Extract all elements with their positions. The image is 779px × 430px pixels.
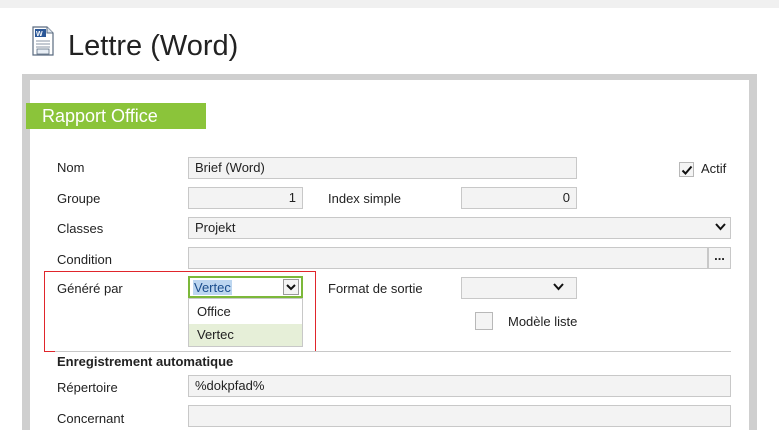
genere-dropdown-list: Office Vertec [188,298,303,347]
genere-dropdown[interactable]: Vertec [188,276,303,298]
section-header: Rapport Office [26,103,206,129]
condition-label: Condition [57,252,112,267]
checkmark-icon [681,165,693,175]
actif-label: Actif [701,161,727,176]
concernant-field[interactable] [188,405,731,427]
classes-label: Classes [57,221,104,236]
nom-value: Brief (Word) [195,160,265,175]
groupe-field[interactable]: 1 [188,187,303,209]
ellipsis-icon: ... [714,248,725,263]
index-field[interactable]: 0 [461,187,577,209]
condition-field[interactable] [188,247,708,269]
genere-selected-value: Vertec [193,280,232,295]
chevron-down-icon [715,223,726,231]
svg-text:W: W [36,31,43,38]
page-title: Lettre (Word) [68,30,239,62]
modele-liste-label: Modèle liste [508,314,578,329]
classes-value: Projekt [195,220,236,235]
classes-select[interactable]: Projekt [188,217,731,239]
repertoire-value: %dokpfad% [195,378,265,393]
section-title: Rapport Office [42,106,158,126]
format-select[interactable] [461,277,577,299]
auto-save-heading: Enregistrement automatique [57,354,234,369]
index-value: 0 [562,190,570,205]
groupe-label: Groupe [57,191,101,206]
concernant-label: Concernant [57,411,125,426]
word-document-icon: W [32,26,54,56]
dropdown-option-office[interactable]: Office [189,301,302,323]
chevron-down-icon [286,284,296,291]
dropdown-option-vertec[interactable]: Vertec [189,324,302,346]
section-divider [55,351,731,352]
page-header: W Lettre (Word) [0,8,779,74]
nom-field[interactable]: Brief (Word) [188,157,577,179]
index-label: Index simple [328,191,401,206]
actif-checkbox[interactable] [679,162,694,177]
format-label: Format de sortie [328,281,423,296]
repertoire-label: Répertoire [57,380,118,395]
modele-liste-checkbox[interactable] [475,312,493,330]
repertoire-field[interactable]: %dokpfad% [188,375,731,397]
genere-dropdown-button[interactable] [283,279,299,295]
chevron-down-icon [553,283,564,291]
condition-ellipsis-button[interactable]: ... [708,247,731,269]
window-top-strip [0,0,779,8]
genere-label: Généré par [57,281,123,296]
groupe-value: 1 [288,190,296,205]
nom-label: Nom [57,160,85,175]
